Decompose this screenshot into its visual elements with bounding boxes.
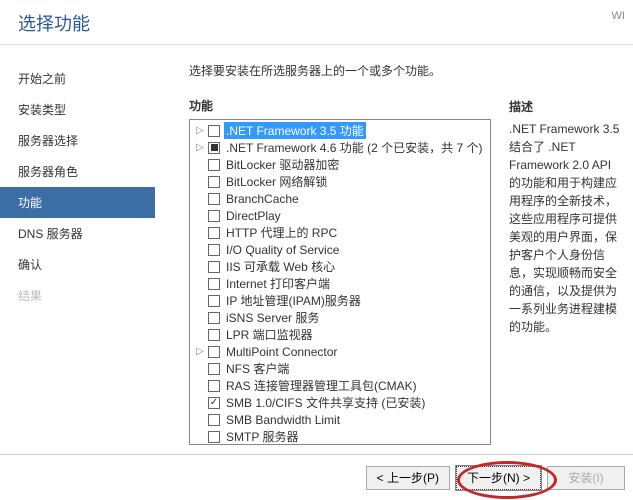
feature-checkbox[interactable] (208, 193, 220, 205)
sidebar-step[interactable]: DNS 服务器 (0, 218, 155, 249)
page-title: 选择功能 (18, 10, 615, 36)
feature-checkbox[interactable] (208, 159, 220, 171)
feature-checkbox[interactable] (208, 125, 220, 137)
feature-checkbox[interactable] (208, 431, 220, 443)
feature-label[interactable]: Internet 打印客户端 (224, 275, 332, 292)
feature-label[interactable]: BranchCache (224, 192, 301, 206)
feature-label[interactable]: SMB Bandwidth Limit (224, 413, 342, 427)
feature-checkbox[interactable] (208, 346, 220, 358)
next-button[interactable]: 下一步(N) > (456, 466, 541, 490)
feature-tree-item[interactable]: RAS 连接管理器管理工具包(CMAK) (190, 377, 490, 394)
feature-label[interactable]: SMB 1.0/CIFS 文件共享支持 (已安装) (224, 394, 427, 411)
tree-expander-icon[interactable]: ▷ (194, 125, 206, 136)
feature-label[interactable]: .NET Framework 4.6 功能 (2 个已安装，共 7 个) (224, 139, 484, 156)
feature-label[interactable]: RAS 连接管理器管理工具包(CMAK) (224, 377, 419, 394)
sidebar-step[interactable]: 开始之前 (0, 63, 155, 94)
feature-tree-item[interactable]: HTTP 代理上的 RPC (190, 224, 490, 241)
feature-checkbox[interactable] (208, 244, 220, 256)
feature-label[interactable]: LPR 端口监视器 (224, 326, 315, 343)
sidebar-step[interactable]: 功能 (0, 187, 155, 218)
feature-label[interactable]: I/O Quality of Service (224, 243, 341, 257)
sidebar-step[interactable]: 服务器角色 (0, 156, 155, 187)
wizard-header: 选择功能 (0, 0, 633, 54)
feature-checkbox[interactable] (208, 397, 220, 409)
feature-checkbox[interactable] (208, 363, 220, 375)
feature-tree-item[interactable]: DirectPlay (190, 207, 490, 224)
sidebar-step: 结果 (0, 280, 155, 311)
feature-checkbox[interactable] (208, 278, 220, 290)
feature-tree-item[interactable]: SMB 1.0/CIFS 文件共享支持 (已安装) (190, 394, 490, 411)
feature-label[interactable]: MultiPoint Connector (224, 345, 339, 359)
feature-checkbox[interactable] (208, 329, 220, 341)
tree-expander-icon[interactable]: ▷ (194, 142, 206, 153)
feature-tree-item[interactable]: SMB Bandwidth Limit (190, 411, 490, 428)
features-tree[interactable]: ▷ .NET Framework 3.5 功能 ▷ .NET Framework 4.… (189, 119, 491, 445)
feature-label[interactable]: IP 地址管理(IPAM)服务器 (224, 292, 363, 309)
feature-label[interactable]: HTTP 代理上的 RPC (224, 224, 339, 241)
feature-checkbox[interactable] (208, 142, 220, 154)
feature-tree-item[interactable]: ▷ .NET Framework 3.5 功能 (190, 122, 490, 139)
feature-checkbox[interactable] (208, 210, 220, 222)
feature-label[interactable]: NFS 客户端 (224, 360, 291, 377)
description-section-label: 描述 (509, 98, 623, 115)
feature-tree-item[interactable]: IIS 可承载 Web 核心 (190, 258, 490, 275)
feature-tree-item[interactable]: LPR 端口监视器 (190, 326, 490, 343)
feature-label[interactable]: iSNS Server 服务 (224, 309, 321, 326)
feature-label[interactable]: BitLocker 驱动器加密 (224, 156, 341, 173)
feature-checkbox[interactable] (208, 312, 220, 324)
feature-tree-item[interactable]: NFS 客户端 (190, 360, 490, 377)
feature-checkbox[interactable] (208, 295, 220, 307)
tree-expander-icon[interactable]: ▷ (194, 346, 206, 357)
feature-checkbox[interactable] (208, 380, 220, 392)
feature-tree-item[interactable]: ▷ .NET Framework 4.6 功能 (2 个已安装，共 7 个) (190, 139, 490, 156)
feature-label[interactable]: DirectPlay (224, 209, 283, 223)
install-button[interactable]: 安装(I) (547, 466, 625, 490)
instruction-text: 选择要安装在所选服务器上的一个或多个功能。 (189, 62, 491, 79)
back-button[interactable]: < 上一步(P) (366, 466, 450, 490)
features-section-label: 功能 (189, 97, 491, 114)
sidebar-step[interactable]: 安装类型 (0, 94, 155, 125)
feature-tree-item[interactable]: ▷ MultiPoint Connector (190, 343, 490, 360)
feature-checkbox[interactable] (208, 261, 220, 273)
feature-tree-item[interactable]: IP 地址管理(IPAM)服务器 (190, 292, 490, 309)
feature-checkbox[interactable] (208, 176, 220, 188)
feature-tree-item[interactable]: BranchCache (190, 190, 490, 207)
sidebar-step[interactable]: 服务器选择 (0, 125, 155, 156)
wizard-steps-sidebar: 开始之前安装类型服务器选择服务器角色功能DNS 服务器确认结果 (0, 48, 155, 454)
feature-label[interactable]: BitLocker 网络解锁 (224, 173, 329, 190)
feature-tree-item[interactable]: iSNS Server 服务 (190, 309, 490, 326)
feature-tree-item[interactable]: BitLocker 驱动器加密 (190, 156, 490, 173)
feature-tree-item[interactable]: I/O Quality of Service (190, 241, 490, 258)
feature-tree-item[interactable]: SMTP 服务器 (190, 428, 490, 445)
sidebar-step[interactable]: 确认 (0, 249, 155, 280)
feature-label[interactable]: IIS 可承载 Web 核心 (224, 258, 337, 275)
feature-tree-item[interactable]: Internet 打印客户端 (190, 275, 490, 292)
feature-tree-item[interactable]: BitLocker 网络解锁 (190, 173, 490, 190)
header-corner-text: WI (612, 10, 625, 22)
feature-label[interactable]: .NET Framework 3.5 功能 (224, 122, 366, 139)
feature-checkbox[interactable] (208, 227, 220, 239)
feature-label[interactable]: SMTP 服务器 (224, 428, 300, 445)
header-divider (0, 44, 633, 45)
feature-checkbox[interactable] (208, 414, 220, 426)
wizard-footer: < 上一步(P) 下一步(N) > 安装(I) (0, 454, 633, 500)
description-text: .NET Framework 3.5 结合了 .NET Framework 2.… (509, 120, 623, 336)
